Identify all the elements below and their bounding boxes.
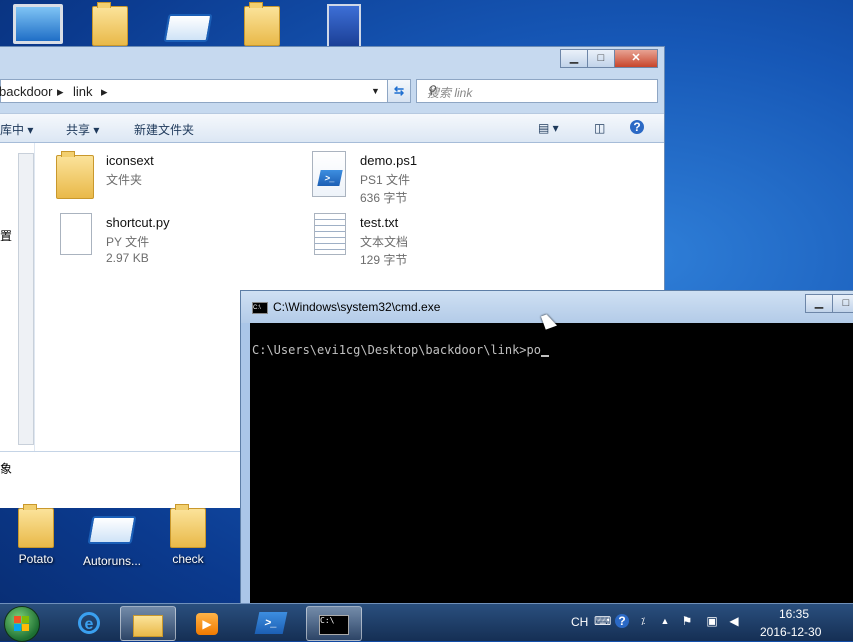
desktop-icon-check[interactable]: check (158, 504, 218, 566)
file-type: 文本文档 (360, 235, 409, 249)
desktop-icon-label: Autoruns... (82, 554, 142, 568)
breadcrumb-separator-icon: ▸ (101, 84, 108, 99)
maximize-button[interactable]: □ (587, 49, 615, 68)
nav-pane-label: 置 (0, 229, 13, 243)
new-folder-button[interactable]: 新建文件夹 (134, 121, 194, 138)
chevron-down-icon[interactable]: ▼ (371, 86, 380, 96)
breadcrumb-separator-icon: ▸ (57, 84, 64, 99)
breadcrumb-backdoor[interactable]: backdoor (0, 84, 52, 99)
start-button[interactable] (4, 606, 40, 642)
file-type: PY 文件 (106, 235, 150, 249)
ime-options-icon[interactable]: ⁒ (636, 614, 650, 628)
desktop-folder-icon-2[interactable] (232, 2, 292, 46)
network-icon[interactable]: ▣ (705, 614, 719, 628)
file-name: test.txt (360, 215, 399, 230)
console-prompt-text: C:\Users\evi1cg\Desktop\backdoor\link>po (252, 343, 541, 357)
taskbar-powershell-button[interactable]: >_ (244, 606, 298, 639)
folder-icon (170, 504, 206, 548)
view-options-icon[interactable]: ▤ ▾ (538, 121, 559, 135)
file-name: demo.ps1 (360, 153, 418, 168)
file-item-test-txt[interactable]: test.txt 文本文档 129 字节 (310, 213, 510, 267)
chevron-up-icon[interactable]: ▲ (658, 614, 672, 628)
clock-time[interactable]: 16:35 (779, 607, 809, 621)
nav-scrollbar[interactable] (18, 153, 34, 445)
text-file-icon (314, 213, 346, 255)
file-item-iconsext[interactable]: iconsext 文件夹 (56, 151, 276, 199)
search-input[interactable]: 搜索 link ⚲ (416, 79, 658, 103)
keyboard-icon[interactable]: ⌨ (594, 614, 611, 628)
text-cursor (540, 355, 549, 357)
address-bar[interactable]: backdoor ▸ link ▸ ▼ (0, 79, 388, 103)
app-icon (87, 516, 137, 544)
language-indicator[interactable]: CH (571, 615, 588, 629)
file-size: 129 字节 (360, 253, 408, 267)
preview-pane-icon[interactable]: ◫ (594, 121, 605, 135)
file-type: PS1 文件 (360, 173, 411, 187)
taskbar-media-player-button[interactable]: ▶ (180, 606, 234, 639)
file-type: 文件夹 (106, 173, 143, 187)
search-icon[interactable]: ⚲ (427, 83, 652, 97)
cmd-minimize-button[interactable]: ▁ (805, 294, 833, 313)
desktop-icon-potato[interactable]: Potato (6, 504, 66, 566)
status-label: 象 (0, 462, 13, 476)
cmd-icon: C:\ (319, 615, 349, 635)
desktop-icon-label: check (172, 552, 204, 566)
include-library-menu[interactable]: 库中 ▾ (0, 121, 33, 138)
minimize-button[interactable]: ▁ (560, 49, 588, 68)
desktop-folder-icon-1[interactable] (80, 2, 140, 46)
folder-icon (18, 504, 54, 548)
flag-icon[interactable]: ⚑ (680, 614, 694, 628)
help-icon[interactable]: ? (615, 614, 629, 628)
explorer-toolbar: 库中 ▾ 共享 ▾ 新建文件夹 ▤ ▾ ◫ ? (0, 113, 664, 143)
taskbar-explorer-button[interactable] (120, 606, 176, 641)
close-button[interactable]: ✕ (614, 49, 658, 68)
app-icon (163, 14, 213, 42)
file-item-demo-ps1[interactable]: >_ demo.ps1 PS1 文件 636 字节 (310, 151, 510, 205)
clock-date[interactable]: 2016-12-30 (760, 625, 821, 639)
file-name: iconsext (106, 153, 154, 168)
cmd-icon: C:\ (252, 302, 268, 314)
taskbar-ie-button[interactable]: e (62, 606, 116, 639)
taskbar-cmd-button[interactable]: C:\ (306, 606, 362, 641)
desktop-icon-label: Potato (18, 552, 54, 566)
refresh-button[interactable]: ⇆ (387, 79, 411, 103)
taskbar: e ▶ >_ C:\ CH ⌨ ? ⁒ ▲ ⚑ ▣ ◀ 16:35 2016-1… (0, 603, 853, 642)
file-item-shortcut-py[interactable]: shortcut.py PY 文件 2.97 KB (56, 213, 276, 265)
desktop-app-icon-1[interactable] (158, 6, 218, 42)
computer-icon (13, 4, 63, 44)
folder-icon (244, 2, 280, 46)
powershell-file-icon: >_ (312, 151, 346, 197)
desktop-icon-autoruns[interactable]: Autoruns... (82, 508, 142, 568)
cmd-maximize-button[interactable]: □ (832, 294, 853, 313)
file-name: shortcut.py (106, 215, 170, 230)
cmd-title: C:\Windows\system32\cmd.exe (273, 300, 441, 314)
volume-icon[interactable]: ◀ (727, 614, 741, 628)
explorer-titlebar[interactable]: ▁ □ ✕ (0, 47, 664, 73)
folder-icon (56, 151, 94, 199)
folder-icon (133, 615, 163, 637)
file-size: 2.97 KB (106, 251, 149, 265)
console-output[interactable]: C:\Users\evi1cg\Desktop\backdoor\link>po (250, 323, 853, 611)
desktop-computer-icon[interactable] (8, 4, 68, 44)
breadcrumb-link[interactable]: link (73, 84, 93, 99)
help-icon[interactable]: ? (630, 120, 644, 134)
powershell-icon: >_ (254, 612, 288, 634)
desktop-network-icon[interactable] (314, 4, 374, 48)
folder-icon (92, 2, 128, 46)
file-size: 636 字节 (360, 191, 408, 205)
ie-icon: e (78, 612, 100, 634)
cmd-window[interactable]: C:\ C:\Windows\system32\cmd.exe ▁ □ C:\U… (240, 290, 853, 612)
share-menu[interactable]: 共享 ▾ (66, 121, 99, 138)
navigation-pane: 置 (0, 143, 35, 451)
console-line: C:\Users\evi1cg\Desktop\backdoor\link>po (252, 343, 549, 357)
media-player-icon: ▶ (196, 613, 218, 635)
document-icon (60, 213, 92, 255)
network-icon (327, 4, 361, 48)
